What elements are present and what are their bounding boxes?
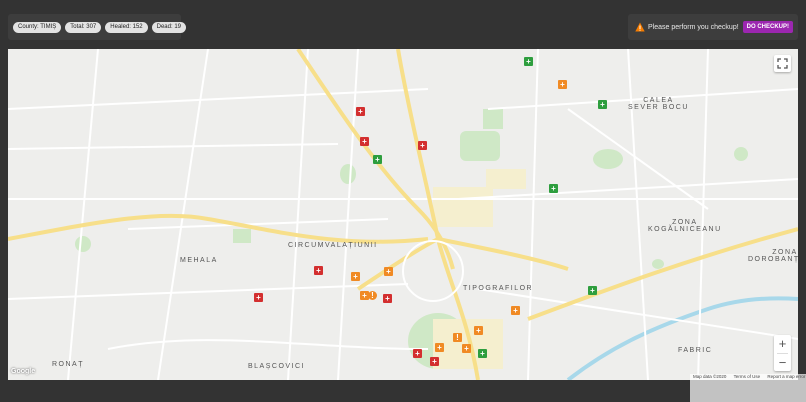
shop-marker[interactable]: + <box>384 267 393 276</box>
healed-chip: Healed: 152 <box>105 21 148 33</box>
label-circumvalatiunii: CIRCUMVALAȚIUNII <box>288 242 378 249</box>
shop-marker[interactable]: + <box>558 80 567 89</box>
pharmacy-marker[interactable]: + <box>373 155 382 164</box>
map-data-text: Map data ©2020 <box>693 374 727 379</box>
pharmacy-marker[interactable]: + <box>549 184 558 193</box>
label-zona-dorobantilor: ZONA DOROBANȚILOR <box>748 249 798 263</box>
pharmacy-marker[interactable]: + <box>478 349 487 358</box>
label-blascovici: BLAȘCOVICI <box>248 363 306 370</box>
label-fabric: FABRIC <box>678 347 713 354</box>
shop-marker[interactable]: ! <box>453 333 462 342</box>
hospital-marker[interactable]: + <box>418 141 427 150</box>
dead-chip: Dead: 19 <box>151 21 186 33</box>
hospital-marker[interactable]: + <box>360 137 369 146</box>
checkup-panel: Please perform you checkup! DO CHECKUP! <box>628 14 798 40</box>
zoom-controls: + − <box>774 335 791 371</box>
shop-marker[interactable]: + <box>474 326 483 335</box>
checkup-message: Please perform you checkup! <box>648 23 739 31</box>
zoom-in-button[interactable]: + <box>774 335 791 353</box>
hospital-marker[interactable]: + <box>383 294 392 303</box>
stats-panel: County: TIMIȘ Total: 307 Healed: 152 Dea… <box>8 14 186 40</box>
shop-marker[interactable]: + <box>462 344 471 353</box>
shop-marker[interactable]: + <box>435 343 444 352</box>
pharmacy-marker[interactable]: + <box>588 286 597 295</box>
do-checkup-button[interactable]: DO CHECKUP! <box>742 21 794 33</box>
hospital-marker[interactable]: + <box>413 349 422 358</box>
hospital-marker[interactable]: + <box>314 266 323 275</box>
google-logo: Google <box>11 368 36 375</box>
warning-icon <box>635 22 645 32</box>
hospital-marker[interactable]: + <box>430 357 439 366</box>
fullscreen-icon <box>777 58 788 69</box>
label-tipografilor: TIPOGRAFILOR <box>463 285 534 292</box>
label-calea-sever-bocu: CALEA SEVER BOCU <box>628 97 689 111</box>
report-link[interactable]: Report a map error <box>767 374 805 379</box>
label-zona-kogalniceanu: ZONA KOGĂLNICEANU <box>648 219 722 233</box>
pharmacy-marker[interactable]: + <box>598 100 607 109</box>
county-chip: County: TIMIȘ <box>13 21 62 33</box>
zoom-out-button[interactable]: − <box>774 354 791 372</box>
fullscreen-button[interactable] <box>774 55 791 72</box>
shop-marker[interactable]: + <box>511 306 520 315</box>
terms-link[interactable]: Terms of Use <box>734 374 761 379</box>
shop-marker[interactable]: ! <box>368 291 377 300</box>
total-chip: Total: 307 <box>65 21 102 33</box>
label-mehala: MEHALA <box>180 257 218 264</box>
hospital-marker[interactable]: + <box>356 107 365 116</box>
map[interactable]: CALEA SEVER BOCU CIRCUMVALAȚIUNII MEHALA… <box>8 49 798 380</box>
pharmacy-marker[interactable]: + <box>524 57 533 66</box>
shop-marker[interactable]: + <box>351 272 360 281</box>
label-ronat: RONAȚ <box>52 361 84 368</box>
hospital-marker[interactable]: + <box>254 293 263 302</box>
map-attribution: Map data ©2020 Terms of Use Report a map… <box>690 374 806 402</box>
